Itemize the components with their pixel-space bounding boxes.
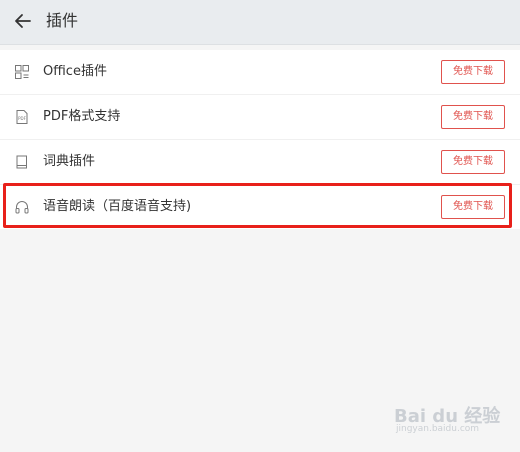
plugin-label: 语音朗读（百度语音支持): [43, 199, 192, 214]
free-download-button[interactable]: 免费下载: [441, 195, 505, 219]
book-icon: [16, 155, 27, 169]
plugin-row-pdf: PDF PDF格式支持 免费下载: [0, 95, 520, 140]
free-download-button[interactable]: 免费下载: [441, 150, 505, 174]
arrow-left-icon: [15, 14, 31, 28]
free-download-button[interactable]: 免费下载: [441, 105, 505, 129]
free-download-button[interactable]: 免费下载: [441, 60, 505, 84]
page-title: 插件: [46, 11, 79, 30]
headphones-icon: [15, 201, 29, 214]
svg-text:PDF: PDF: [18, 116, 26, 121]
plugin-label: PDF格式支持: [43, 109, 121, 124]
back-button[interactable]: [10, 8, 36, 34]
plugin-row-dictionary: 词典插件 免费下载: [0, 140, 520, 185]
app-bar: 插件: [0, 0, 520, 45]
plugin-row-voice: 语音朗读（百度语音支持) 免费下载: [0, 185, 520, 229]
plugin-list: Office插件 免费下载 PDF PDF格式支持 免费下载 词典插件 免费下载…: [0, 50, 520, 229]
plugin-label: 词典插件: [43, 154, 96, 169]
office-icon: [15, 65, 29, 79]
plugin-label: Office插件: [43, 64, 107, 79]
watermark-logo: Bai du 经验 jingyan.baidu.com: [394, 402, 500, 436]
watermark-subtext: jingyan.baidu.com: [396, 424, 480, 434]
plugin-row-office: Office插件 免费下载: [0, 50, 520, 95]
pdf-icon: PDF: [16, 110, 28, 124]
